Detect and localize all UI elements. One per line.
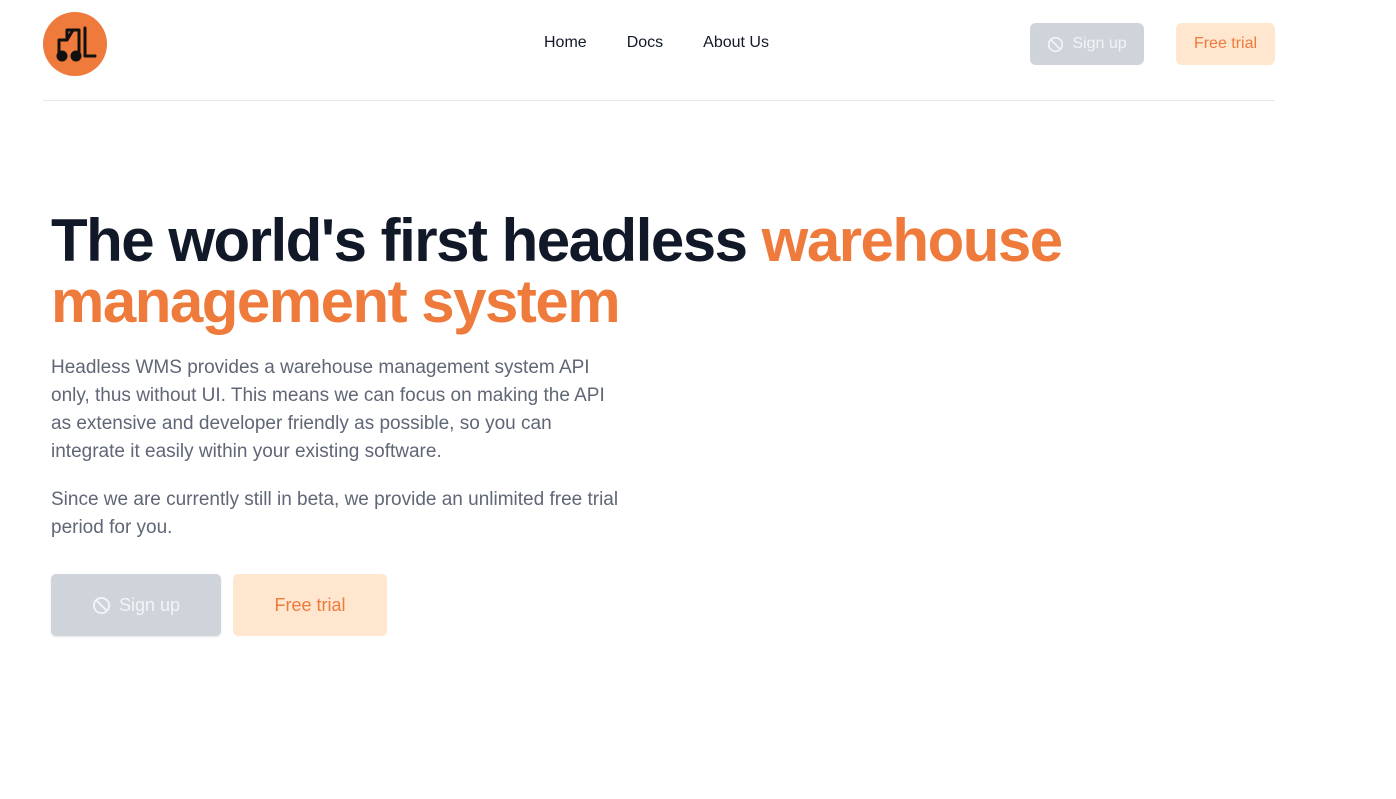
ban-icon [92, 596, 111, 614]
main-nav: Home Docs About Us [544, 34, 769, 52]
hero-free-trial-button[interactable]: Free trial [233, 574, 387, 636]
hero-free-trial-label: Free trial [274, 594, 346, 615]
hero-section: The world's first headless warehouse man… [51, 210, 1101, 542]
hero-signup-label: Sign up [118, 594, 181, 615]
ban-icon [1048, 36, 1064, 52]
hero-signup-button[interactable]: Sign up [51, 574, 221, 636]
hero-description: Headless WMS provides a warehouse manage… [51, 357, 605, 462]
nav-home[interactable]: Home [544, 34, 587, 52]
site-header: Home Docs About Us Sign up Free trial [43, 0, 1275, 101]
headline-main: The world's first headless [51, 207, 762, 274]
logo[interactable] [43, 12, 107, 76]
hero-cta-group: Sign up Free trial [51, 574, 387, 636]
header-signup-button[interactable]: Sign up [1030, 23, 1144, 65]
header-free-trial-button[interactable]: Free trial [1176, 23, 1275, 65]
hero-beta-note: Since we are currently still in beta, we… [51, 489, 619, 538]
hero-headline: The world's first headless warehouse man… [51, 210, 1101, 332]
nav-docs[interactable]: Docs [627, 34, 663, 52]
nav-about-us[interactable]: About Us [703, 34, 769, 52]
header-signup-label: Sign up [1072, 35, 1127, 52]
header-free-trial-label: Free trial [1193, 35, 1258, 52]
forklift-icon [56, 26, 97, 62]
